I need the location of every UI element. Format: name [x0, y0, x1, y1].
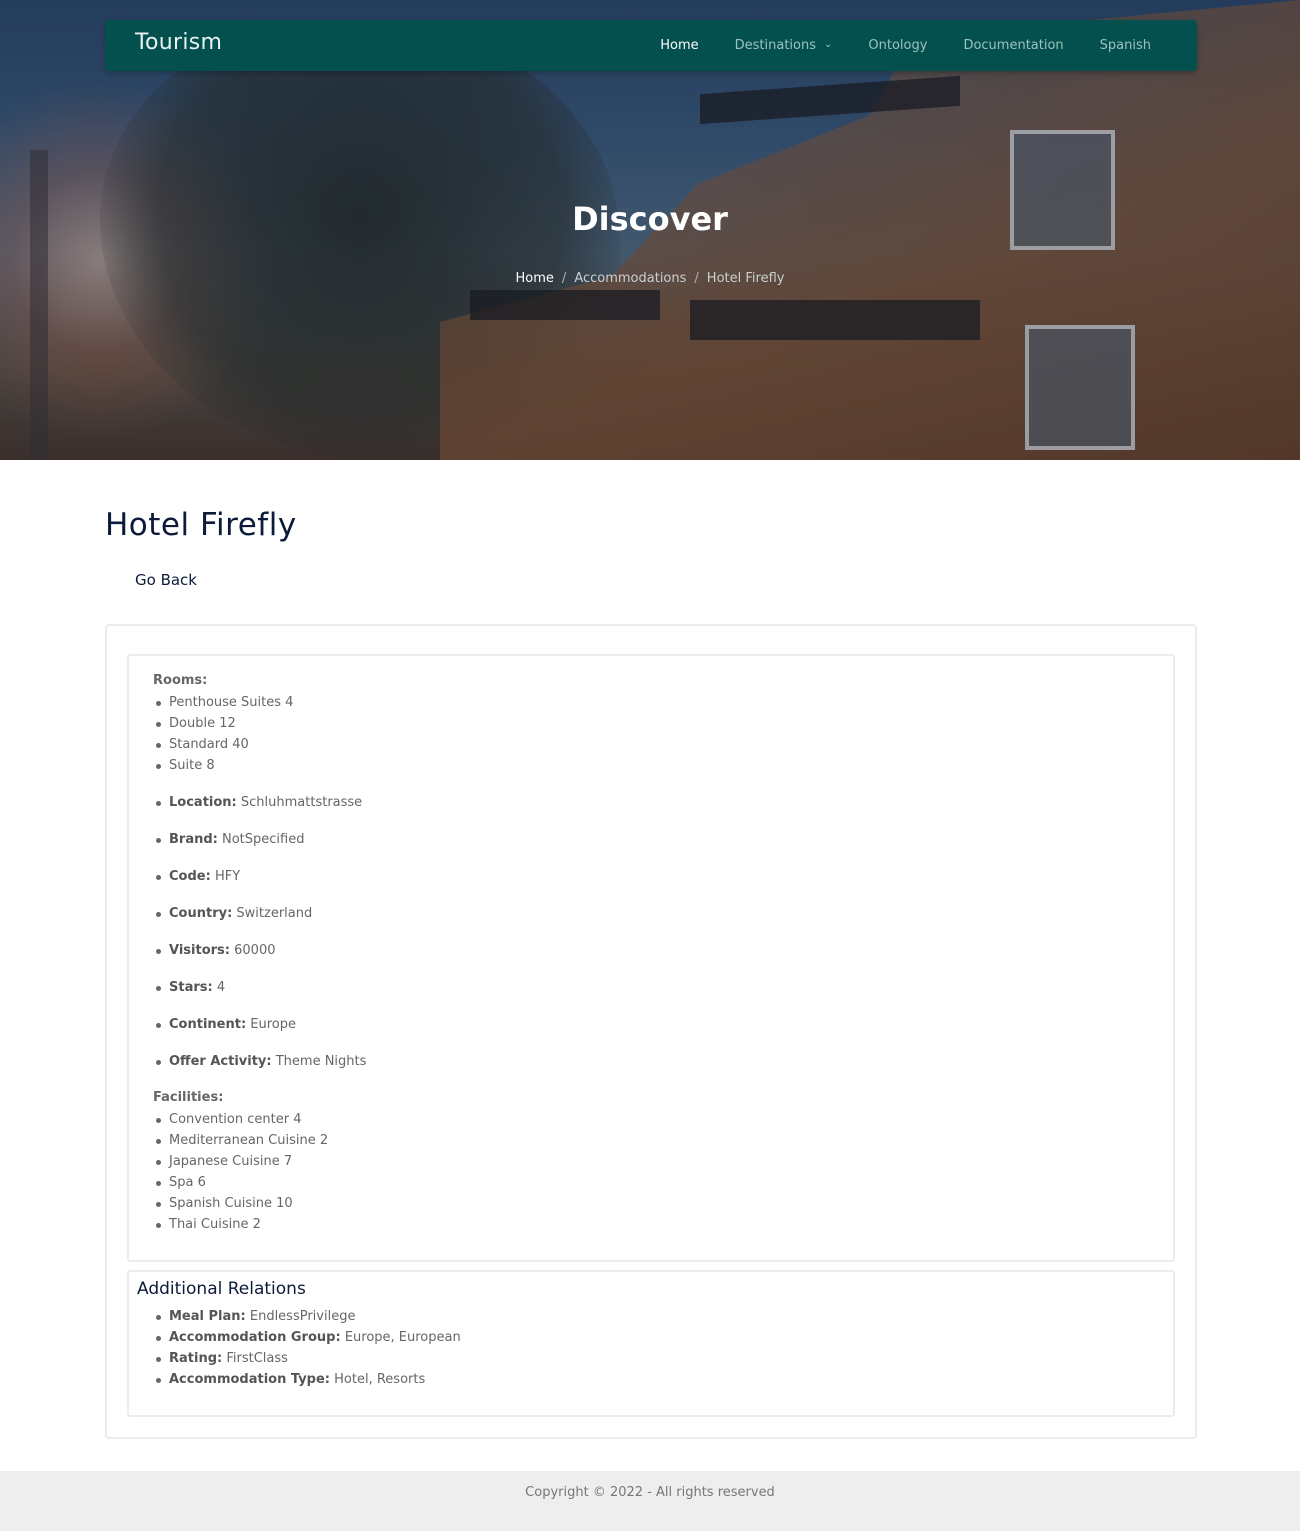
relation-label: Accommodation Type: — [169, 1372, 331, 1387]
property-value: Switzerland — [236, 906, 313, 921]
property-label: Stars: — [169, 980, 213, 995]
nav-home[interactable]: Home — [642, 38, 716, 53]
facility-item: Spa 6 — [155, 1172, 328, 1193]
facilities-label: Facilities: — [153, 1090, 224, 1105]
breadcrumb-accommodations[interactable]: Accommodations — [574, 271, 686, 286]
property-list: Continent: Europe — [156, 1014, 296, 1035]
footer-copyright: Copyright © 2022 - All rights reserved — [525, 1485, 775, 1500]
relation-meal-plan: Meal Plan: EndlessPrivilege — [156, 1306, 461, 1327]
relation-accommodation-group: Accommodation Group: Europe, European — [156, 1327, 461, 1348]
breadcrumb: Home / Accommodations / Hotel Firefly — [0, 271, 1300, 286]
property-code: Code: HFY — [155, 866, 241, 887]
property-label: Code: — [169, 869, 211, 884]
relations-title: Additional Relations — [137, 1279, 306, 1299]
rooms-label: Rooms: — [153, 673, 208, 688]
nav-destinations[interactable]: Destinations ⌄ — [717, 38, 851, 53]
property-label: Continent: — [169, 1017, 247, 1032]
facilities-list: Convention center 4 Mediterranean Cuisin… — [155, 1109, 328, 1235]
relation-value: FirstClass — [226, 1351, 288, 1366]
nav-documentation[interactable]: Documentation — [945, 38, 1081, 53]
room-item: Double 12 — [155, 713, 293, 734]
rooms-list: Penthouse Suites 4 Double 12 Standard 40… — [155, 692, 293, 776]
property-location: Location: Schluhmattstrasse — [155, 792, 363, 813]
property-list: Visitors: 60000 — [155, 940, 276, 961]
property-visitors: Visitors: 60000 — [155, 940, 276, 961]
room-item: Standard 40 — [155, 734, 293, 755]
breadcrumb-separator: / — [561, 271, 567, 286]
nav-links: Home Destinations ⌄ Ontology Documentati… — [642, 20, 1197, 71]
relation-label: Meal Plan: — [169, 1309, 246, 1324]
property-list: Country: Switzerland — [155, 903, 313, 924]
facility-item: Mediterranean Cuisine 2 — [155, 1130, 328, 1151]
room-item: Suite 8 — [155, 755, 293, 776]
property-label: Brand: — [169, 832, 218, 847]
hero-title: Discover — [572, 200, 728, 238]
property-offer-activity: Offer Activity: Theme Nights — [155, 1051, 367, 1072]
property-country: Country: Switzerland — [155, 903, 313, 924]
facility-item: Thai Cuisine 2 — [155, 1214, 328, 1235]
nav-destinations-label: Destinations — [734, 38, 816, 53]
property-list: Offer Activity: Theme Nights — [155, 1051, 367, 1072]
chevron-down-icon: ⌄ — [824, 39, 833, 50]
property-value: Theme Nights — [275, 1054, 367, 1069]
relation-value: Hotel, Resorts — [334, 1372, 426, 1387]
relation-value: EndlessPrivilege — [249, 1309, 356, 1324]
relation-accommodation-type: Accommodation Type: Hotel, Resorts — [156, 1369, 461, 1390]
room-item: Penthouse Suites 4 — [155, 692, 293, 713]
nav-spanish[interactable]: Spanish — [1082, 38, 1169, 53]
nav-ontology[interactable]: Ontology — [850, 38, 945, 53]
property-list: Stars: 4 — [155, 977, 226, 998]
facility-item: Spanish Cuisine 10 — [155, 1193, 328, 1214]
breadcrumb-separator: / — [694, 271, 699, 286]
property-value: 4 — [216, 980, 226, 995]
facility-item: Convention center 4 — [155, 1109, 328, 1130]
relation-label: Rating: — [169, 1351, 223, 1366]
relation-rating: Rating: FirstClass — [156, 1348, 461, 1369]
relation-label: Accommodation Group: — [169, 1330, 341, 1345]
breadcrumb-home[interactable]: Home — [516, 271, 554, 286]
page-title: Hotel Firefly — [105, 507, 297, 543]
footer — [0, 1471, 1300, 1531]
property-label: Country: — [169, 906, 233, 921]
property-brand: Brand: NotSpecified — [155, 829, 305, 850]
top-navbar: Tourism Home Destinations ⌄ Ontology Doc… — [105, 20, 1197, 71]
property-value: Europe — [250, 1017, 296, 1032]
property-list: Location: Schluhmattstrasse — [155, 792, 363, 813]
breadcrumb-current: Hotel Firefly — [706, 271, 785, 286]
facility-item: Japanese Cuisine 7 — [155, 1151, 328, 1172]
property-label: Visitors: — [169, 943, 230, 958]
go-back-button[interactable]: Go Back — [135, 571, 197, 589]
property-value: 60000 — [234, 943, 276, 958]
relations-list: Meal Plan: EndlessPrivilege Accommodatio… — [156, 1306, 461, 1390]
relation-value: Europe, European — [344, 1330, 461, 1345]
property-list: Code: HFY — [155, 866, 241, 887]
property-stars: Stars: 4 — [155, 977, 226, 998]
property-value: HFY — [214, 869, 241, 884]
brand-logo[interactable]: Tourism — [135, 30, 222, 55]
property-label: Offer Activity: — [169, 1054, 272, 1069]
property-label: Location: — [169, 795, 237, 810]
property-list: Brand: NotSpecified — [155, 829, 305, 850]
property-continent: Continent: Europe — [156, 1014, 296, 1035]
property-value: NotSpecified — [222, 832, 305, 847]
property-value: Schluhmattstrasse — [240, 795, 363, 810]
